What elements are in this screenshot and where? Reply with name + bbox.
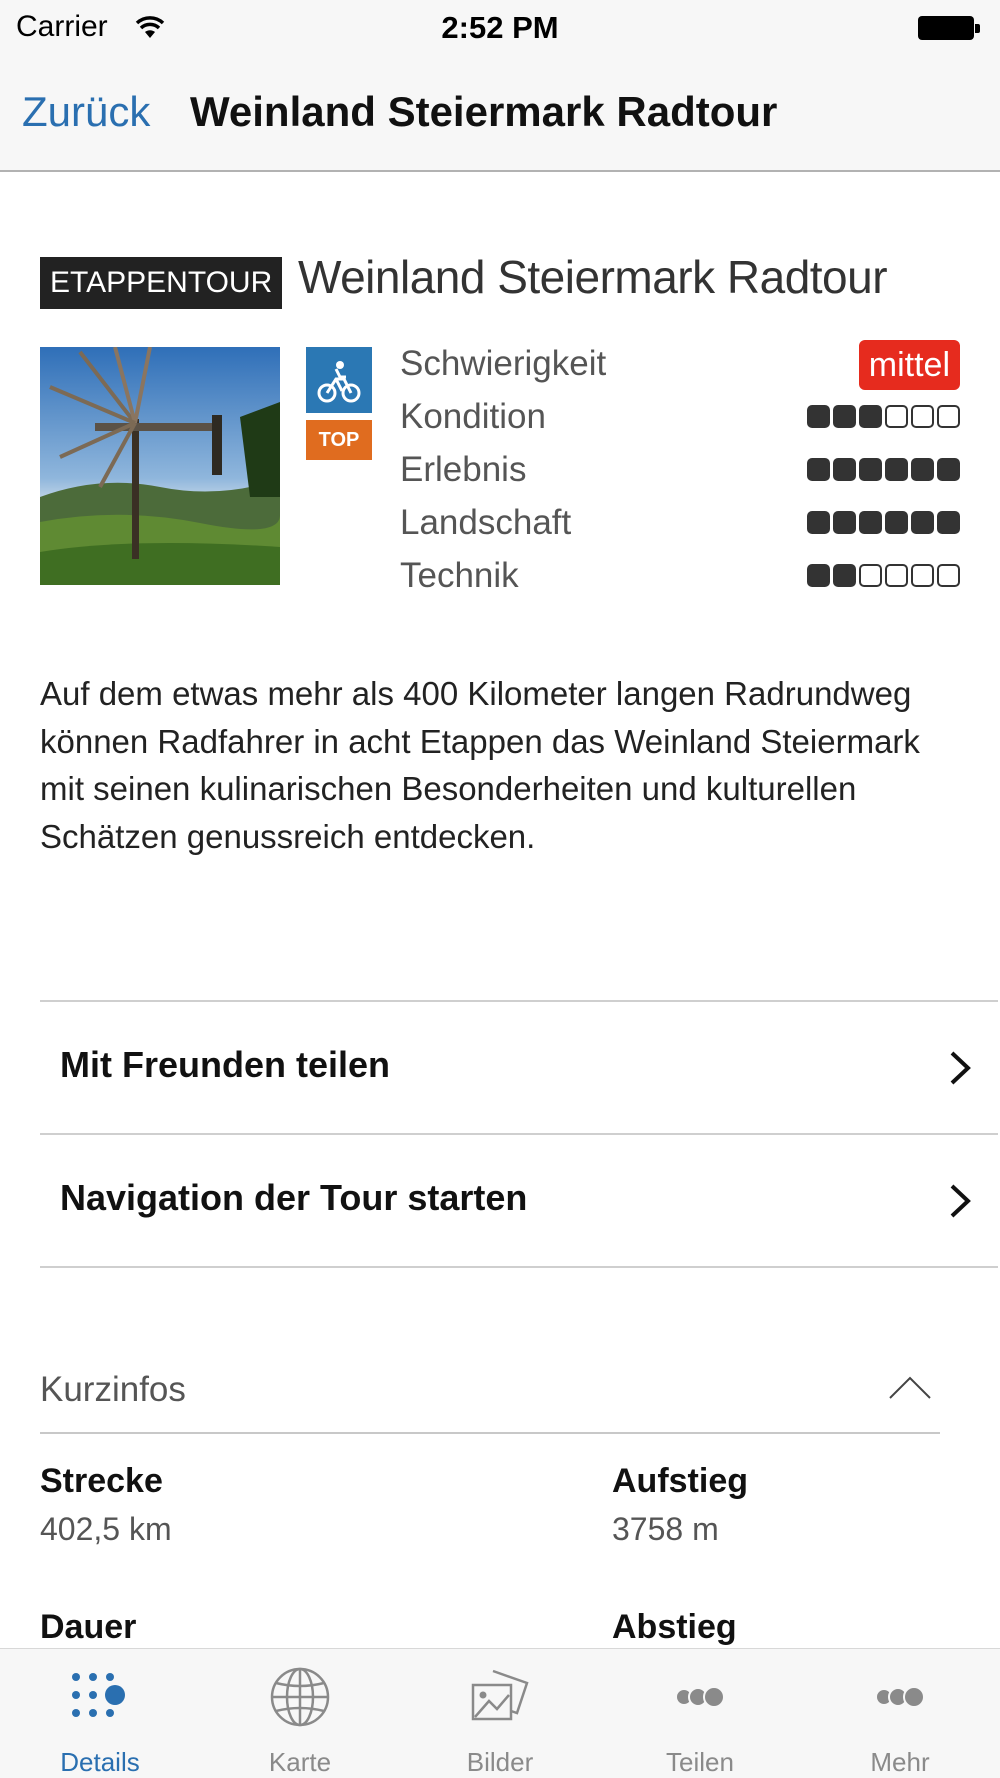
rating-dot-empty xyxy=(885,564,908,587)
rating-dot-empty xyxy=(911,405,934,428)
share-icon xyxy=(675,1686,725,1708)
tab-label: Bilder xyxy=(466,1747,534,1777)
rating-indicator xyxy=(807,405,960,428)
tab-label: Karte xyxy=(268,1747,332,1777)
tour-type-badge: ETAPPENTOUR xyxy=(40,257,283,309)
rating-dot-filled xyxy=(885,458,908,481)
tab-bar: Details Karte Bilder Teilen Mehr xyxy=(0,1648,1000,1778)
rating-label: Technik xyxy=(400,556,519,595)
rating-dot-filled xyxy=(833,564,856,587)
rating-dot-filled xyxy=(859,405,882,428)
navigation-bar: Zurück Weinland Steiermark Radtour xyxy=(0,58,1000,172)
action-list: Mit Freunden teilen Navigation der Tour … xyxy=(40,1000,998,1268)
rating-dot-filled xyxy=(833,405,856,428)
info-label: Abstieg xyxy=(612,1608,737,1646)
tab-label: Details xyxy=(60,1747,140,1777)
chevron-right-icon xyxy=(950,1184,971,1218)
difficulty-label: Schwierigkeit xyxy=(400,344,607,383)
tab-details[interactable]: Details xyxy=(0,1649,200,1778)
rating-dot-filled xyxy=(937,511,960,534)
rating-dot-empty xyxy=(911,564,934,587)
rating-dot-empty xyxy=(937,405,960,428)
tab-teilen[interactable]: Teilen xyxy=(600,1649,800,1778)
info-aufstieg: Aufstieg 3758 m xyxy=(612,1462,748,1548)
rating-dot-filled xyxy=(807,405,830,428)
rating-dot-empty xyxy=(937,564,960,587)
info-label: Dauer xyxy=(40,1608,137,1646)
tour-photo[interactable] xyxy=(40,347,280,585)
chevron-up-icon[interactable] xyxy=(888,1374,932,1400)
info-value: 402,5 km xyxy=(40,1511,172,1547)
rating-dot-filled xyxy=(833,458,856,481)
tour-description: Auf dem etwas mehr als 400 Kilometer lan… xyxy=(40,675,920,855)
dots-grid-icon xyxy=(72,1673,125,1717)
rating-dot-filled xyxy=(859,511,882,534)
rating-dot-filled xyxy=(833,511,856,534)
rating-dot-filled xyxy=(807,511,830,534)
battery-icon xyxy=(918,16,980,40)
more-icon xyxy=(875,1686,925,1708)
kurzinfos-header[interactable]: Kurzinfos xyxy=(40,1370,940,1434)
chevron-right-icon xyxy=(950,1051,971,1085)
status-bar: Carrier 2:52 PM xyxy=(0,0,1000,58)
rating-row: Erlebnis xyxy=(400,444,960,497)
rating-dot-filled xyxy=(859,458,882,481)
rating-dot-filled xyxy=(937,458,960,481)
top-badge: TOP xyxy=(306,420,372,460)
rating-indicator xyxy=(807,564,960,587)
tab-karte[interactable]: Karte xyxy=(200,1649,400,1778)
tab-bilder[interactable]: Bilder xyxy=(400,1649,600,1778)
rating-indicator xyxy=(807,511,960,534)
rating-dot-filled xyxy=(807,564,830,587)
rating-dot-filled xyxy=(807,458,830,481)
kurzinfos-title: Kurzinfos xyxy=(40,1370,186,1409)
nav-title: Weinland Steiermark Radtour xyxy=(190,88,778,135)
back-button[interactable]: Zurück xyxy=(22,88,150,136)
rating-indicator xyxy=(807,458,960,481)
rating-label: Kondition xyxy=(400,397,546,436)
rating-row: Landschaft xyxy=(400,497,960,550)
share-with-friends-label: Mit Freunden teilen xyxy=(60,1044,391,1085)
globe-icon xyxy=(270,1667,330,1727)
start-navigation-label: Navigation der Tour starten xyxy=(60,1177,528,1218)
ratings-panel: Schwierigkeit mittel Kondition Erlebnis La… xyxy=(400,338,960,603)
difficulty-badge: mittel xyxy=(858,340,960,390)
info-label: Aufstieg xyxy=(612,1462,748,1500)
rating-label: Landschaft xyxy=(400,503,572,542)
rating-dot-empty xyxy=(859,564,882,587)
info-dauer: Dauer xyxy=(40,1608,136,1648)
details-content[interactable]: ETAPPENTOUR Weinland Steiermark Radtour xyxy=(0,172,1000,1648)
rating-row: Kondition xyxy=(400,391,960,444)
start-navigation-row[interactable]: Navigation der Tour starten xyxy=(40,1135,998,1268)
rating-dot-filled xyxy=(911,458,934,481)
clock: 2:52 PM xyxy=(441,10,559,45)
rating-dot-filled xyxy=(911,511,934,534)
rating-label: Erlebnis xyxy=(400,450,527,489)
info-value: 3758 m xyxy=(612,1511,719,1547)
pictures-icon xyxy=(471,1669,529,1721)
tour-title: Weinland Steiermark Radtour xyxy=(298,251,888,303)
rating-row: Technik xyxy=(400,550,960,603)
info-label: Strecke xyxy=(40,1462,163,1500)
share-with-friends-row[interactable]: Mit Freunden teilen xyxy=(40,1002,998,1135)
tour-header: ETAPPENTOUR Weinland Steiermark Radtour xyxy=(40,250,990,310)
info-strecke: Strecke 402,5 km xyxy=(40,1462,172,1548)
info-abstieg: Abstieg xyxy=(612,1608,737,1648)
bike-icon xyxy=(306,347,372,413)
difficulty-row: Schwierigkeit mittel xyxy=(400,338,960,391)
tab-label: Teilen xyxy=(666,1747,734,1777)
rating-dot-empty xyxy=(885,405,908,428)
rating-dot-filled xyxy=(885,511,908,534)
tab-mehr[interactable]: Mehr xyxy=(800,1649,1000,1778)
tab-label: Mehr xyxy=(870,1747,930,1777)
